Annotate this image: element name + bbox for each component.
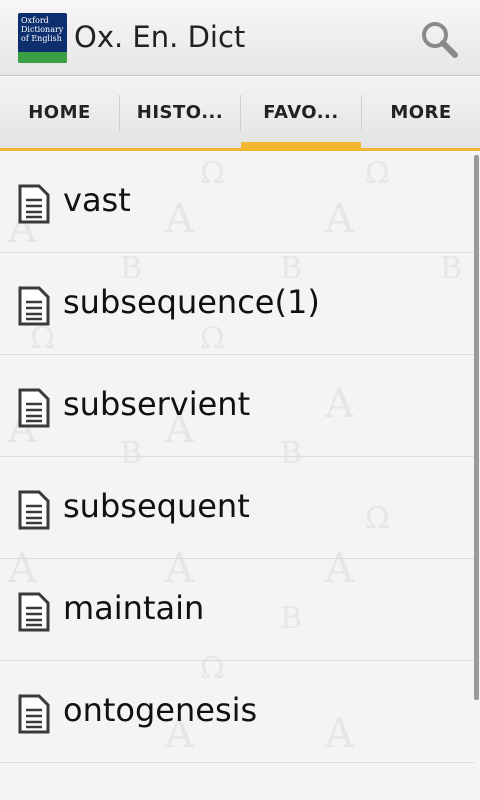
list-item[interactable]: vast [0, 151, 474, 253]
action-bar: Oxford Dictionary of English Ox. En. Dic… [0, 0, 480, 76]
document-icon [18, 184, 50, 224]
tab-label: HOME [28, 102, 91, 123]
tab-label: HISTO... [136, 102, 224, 123]
list-item-label: vast [63, 181, 131, 219]
search-button[interactable] [418, 18, 462, 62]
list-item-label: subsequent [63, 487, 250, 525]
list-item[interactable]: subsequence(1) [0, 253, 474, 355]
document-icon [18, 388, 50, 428]
tab-more[interactable]: MORE [362, 77, 480, 148]
list-item[interactable]: ontogenesis [0, 661, 474, 763]
list-item-label: maintain [63, 589, 205, 627]
scrollbar[interactable] [474, 155, 479, 700]
tab-label: MORE [390, 102, 452, 123]
favorites-list[interactable]: A A A Ω Ω B B B Ω Ω A A A B B Ω A A A B … [0, 151, 480, 800]
document-icon [18, 490, 50, 530]
list-item-label: subsequence(1) [63, 283, 320, 321]
document-icon [18, 694, 50, 734]
list-item[interactable]: subservient [0, 355, 474, 457]
list-item[interactable]: maintain [0, 559, 474, 661]
tab-favorites[interactable]: FAVO... [241, 77, 361, 148]
tab-bar: HOME HISTO... FAVO... MORE [0, 77, 480, 151]
logo-green-stripe [18, 52, 67, 63]
tab-label: FAVO... [263, 102, 339, 123]
logo-text: Oxford Dictionary of English [21, 16, 64, 43]
oxford-dictionary-logo: Oxford Dictionary of English [18, 13, 67, 63]
search-icon [422, 22, 458, 58]
tab-history[interactable]: HISTO... [120, 77, 240, 148]
document-icon [18, 286, 50, 326]
tab-home[interactable]: HOME [0, 77, 119, 148]
list-item-label: ontogenesis [63, 691, 258, 729]
document-icon [18, 592, 50, 632]
list-item-label: subservient [63, 385, 251, 423]
list-item[interactable]: subsequent [0, 457, 474, 559]
app-title: Ox. En. Dict [74, 20, 246, 54]
